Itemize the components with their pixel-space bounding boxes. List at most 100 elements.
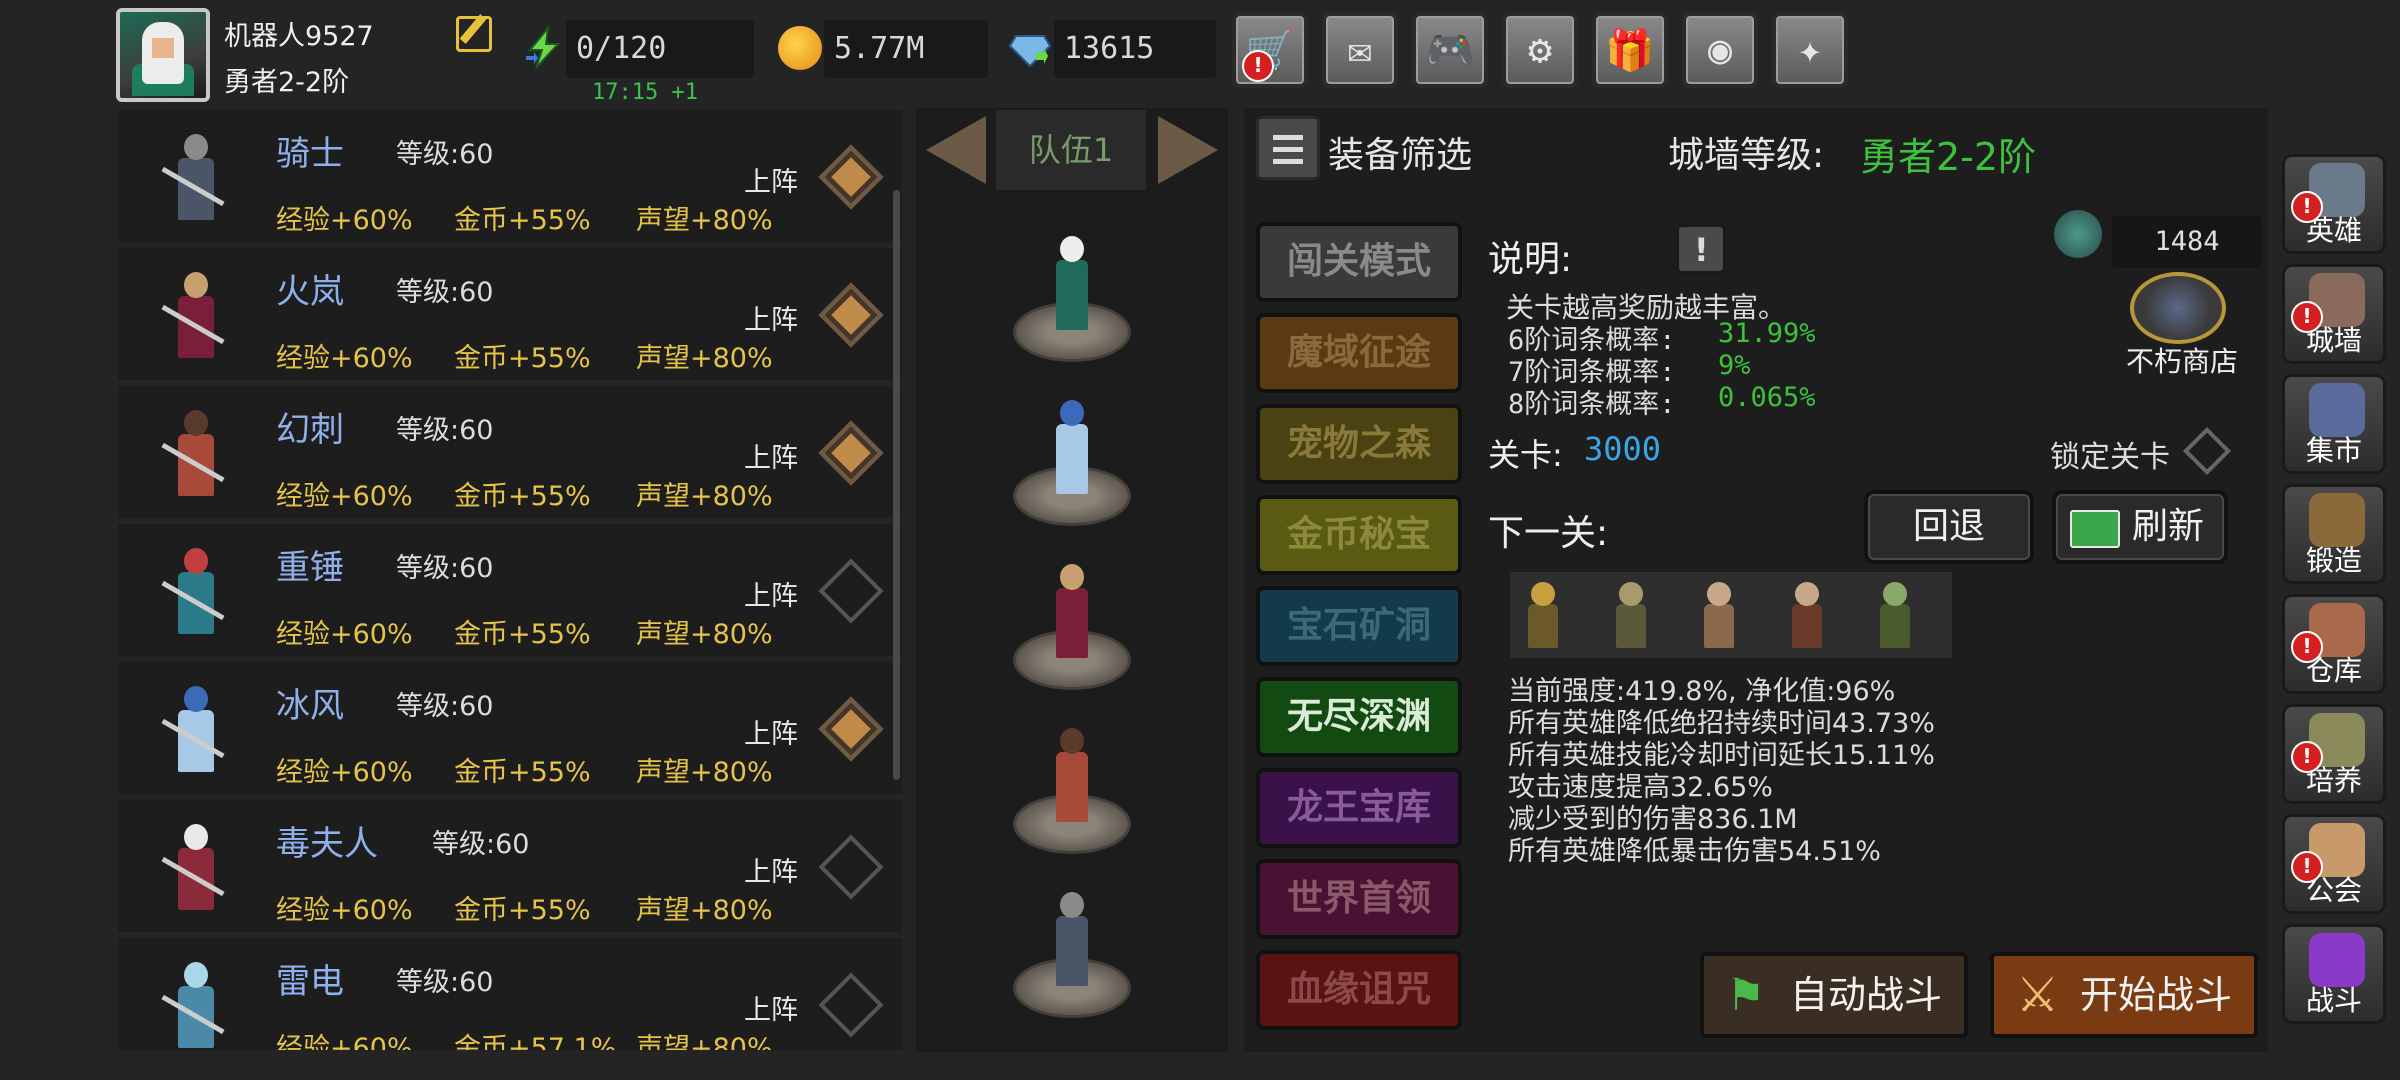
hero-name: 幻刺 xyxy=(276,410,344,450)
hero-sprite xyxy=(156,676,236,786)
start-battle-label: 开始战斗 xyxy=(2080,973,2233,1017)
game-button[interactable]: 🎮 xyxy=(1412,12,1488,88)
hero-name: 火岚 xyxy=(276,272,344,312)
start-battle-button[interactable]: ⚔ 开始战斗 xyxy=(1990,952,2258,1038)
equipment-filter-button[interactable]: 装备筛选 xyxy=(1328,126,1472,178)
hero-deploy-toggle[interactable] xyxy=(818,420,884,486)
hero-exp-bonus: 经验+60% xyxy=(276,757,413,788)
mode-button[interactable]: 宝石矿洞 xyxy=(1256,586,1462,666)
team-member-sprite[interactable] xyxy=(1042,558,1102,668)
hero-level: 等级:60 xyxy=(396,967,494,998)
avatar-face xyxy=(152,38,174,58)
auto-battle-button[interactable]: ⚑ 自动战斗 xyxy=(1700,952,1968,1038)
refresh-button[interactable]: 刷新 xyxy=(2052,490,2228,564)
next-team-arrow[interactable] xyxy=(1150,110,1226,190)
hero-deploy-toggle[interactable] xyxy=(818,144,884,210)
wall-level-value: 勇者2-2阶 xyxy=(1860,135,2037,179)
team-member-sprite[interactable] xyxy=(1042,394,1102,504)
refresh-label: 刷新 xyxy=(2132,506,2205,547)
lottery-button[interactable]: ◉ xyxy=(1682,12,1758,88)
hero-gold-bonus: 金币+55% xyxy=(454,895,591,926)
hero-name: 雷电 xyxy=(276,962,344,1002)
hero-name: 毒夫人 xyxy=(276,824,378,864)
alert-badge: ! xyxy=(2291,631,2323,663)
mode-button[interactable]: 龙王宝库 xyxy=(1256,768,1462,848)
gift-button[interactable]: 🎁 xyxy=(1592,12,1668,88)
stage-effect-line: 所有英雄降低暴击伤害54.51% xyxy=(1508,836,1881,867)
mode-button[interactable]: 魔域征途 xyxy=(1256,313,1462,393)
hero-fame-bonus: 声望+80% xyxy=(636,757,773,788)
fireworks-button[interactable]: ✦ xyxy=(1772,12,1848,88)
affix-prob-label: 8阶词条概率: xyxy=(1508,389,1676,420)
hero-list-scrollbar[interactable] xyxy=(893,190,900,780)
gold-value: 5.77M xyxy=(824,20,988,78)
token-icon xyxy=(2054,210,2102,258)
hero-row[interactable]: 骑士 等级:60 经验+60% 金币+55% 声望+80% 上阵 xyxy=(118,110,902,242)
mode-button[interactable]: 无尽深渊 xyxy=(1256,677,1462,757)
prev-team-arrow[interactable] xyxy=(918,110,994,190)
mail-button[interactable]: ✉ xyxy=(1322,12,1398,88)
nav-wall-button[interactable]: 城墙! xyxy=(2282,264,2386,364)
nav-battle-button[interactable]: 战斗 xyxy=(2282,924,2386,1024)
mode-button[interactable]: 世界首领 xyxy=(1256,859,1462,939)
energy-timer: 17:15 +1 xyxy=(592,80,698,105)
gold-coin-icon xyxy=(778,26,822,70)
hero-fame-bonus: 声望+80% xyxy=(636,895,773,926)
player-avatar[interactable] xyxy=(116,8,210,102)
hero-level: 等级:60 xyxy=(396,139,494,170)
hero-row[interactable]: 雷电 等级:60 经验+60% 金币+57.1% 声望+80% 上阵 xyxy=(118,938,902,1050)
mode-button[interactable]: 血缘诅咒 xyxy=(1256,950,1462,1030)
menu-icon[interactable] xyxy=(1256,116,1320,180)
settings-button[interactable]: ⚙ xyxy=(1502,12,1578,88)
hero-list[interactable]: 骑士 等级:60 经验+60% 金币+55% 声望+80% 上阵 火岚 等级:60 经验+60%… xyxy=(118,110,902,1050)
nav-cultivate-button[interactable]: 培养! xyxy=(2282,704,2386,804)
hero-level: 等级:60 xyxy=(396,691,494,722)
wall-level-label: 城墙等级: xyxy=(1668,135,1825,176)
nav-market-button[interactable]: 集市 xyxy=(2282,374,2386,474)
hero-deploy-toggle[interactable] xyxy=(818,972,884,1038)
nav-hero-button[interactable]: 英雄! xyxy=(2282,154,2386,254)
team-member-sprite[interactable] xyxy=(1042,886,1102,996)
hero-row[interactable]: 重锤 等级:60 经验+60% 金币+55% 声望+80% 上阵 xyxy=(118,524,902,656)
hero-deploy-label: 上阵 xyxy=(744,581,798,612)
hero-row[interactable]: 火岚 等级:60 经验+60% 金币+55% 声望+80% 上阵 xyxy=(118,248,902,380)
energy-value: 0/120 xyxy=(566,20,754,78)
nav-forge-button[interactable]: 锻造 xyxy=(2282,484,2386,584)
back-button[interactable]: 回退 xyxy=(1864,490,2034,564)
nav-label: 战斗 xyxy=(2305,984,2362,1017)
team-member-sprite[interactable] xyxy=(1042,722,1102,832)
player-name: 机器人9527 xyxy=(224,21,374,52)
shop-button[interactable]: 🛒! xyxy=(1232,12,1308,88)
stage-effect-line: 当前强度:419.8%, 净化值:96% xyxy=(1508,676,1896,707)
hero-row[interactable]: 冰风 等级:60 经验+60% 金币+55% 声望+80% 上阵 xyxy=(118,662,902,794)
mail-icon: ✉ xyxy=(1347,27,1373,73)
hero-deploy-toggle[interactable] xyxy=(818,558,884,624)
hero-deploy-toggle[interactable] xyxy=(818,282,884,348)
mode-button[interactable]: 金币秘宝 xyxy=(1256,495,1462,575)
hero-gold-bonus: 金币+55% xyxy=(454,343,591,374)
mode-button[interactable]: 宠物之森 xyxy=(1256,404,1462,484)
hero-sprite xyxy=(156,262,236,372)
hero-level: 等级:60 xyxy=(396,415,494,446)
enemy-sprite xyxy=(1606,580,1656,654)
nav-guild-button[interactable]: 公会! xyxy=(2282,814,2386,914)
hero-name: 骑士 xyxy=(276,134,344,174)
stage-effect-line: 攻击速度提高32.65% xyxy=(1508,772,1773,803)
gift-icon: 🎁 xyxy=(1605,27,1655,74)
affix-prob-value: 31.99% xyxy=(1718,318,1816,349)
hero-sprite xyxy=(156,538,236,648)
immortal-shop-label[interactable]: 不朽商店 xyxy=(2126,340,2238,380)
edit-name-icon[interactable] xyxy=(456,16,492,52)
immortal-shop-icon[interactable] xyxy=(2130,272,2226,344)
team-member-sprite[interactable] xyxy=(1042,230,1102,340)
nav-storage-button[interactable]: 仓库! xyxy=(2282,594,2386,694)
hero-name: 冰风 xyxy=(276,686,344,726)
hero-deploy-toggle[interactable] xyxy=(818,696,884,762)
hero-deploy-toggle[interactable] xyxy=(818,834,884,900)
hero-sprite xyxy=(156,400,236,510)
hero-gold-bonus: 金币+55% xyxy=(454,619,591,650)
mode-button[interactable]: 闯关模式 xyxy=(1256,222,1462,302)
hero-row[interactable]: 毒夫人 等级:60 经验+60% 金币+55% 声望+80% 上阵 xyxy=(118,800,902,932)
hero-row[interactable]: 幻刺 等级:60 经验+60% 金币+55% 声望+80% 上阵 xyxy=(118,386,902,518)
info-icon[interactable] xyxy=(1676,224,1726,274)
